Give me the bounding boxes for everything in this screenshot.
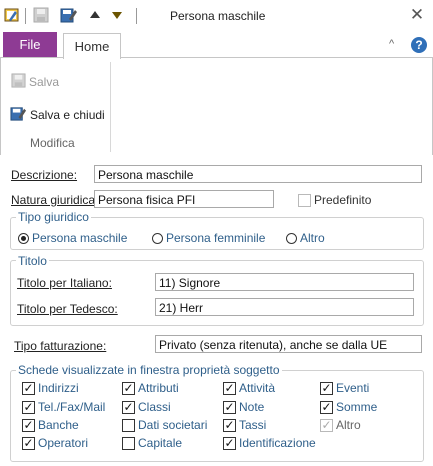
- close-icon[interactable]: ✕: [408, 6, 426, 24]
- checkbox-box: ✓: [122, 399, 135, 414]
- checkbox-label: Eventi: [336, 381, 370, 395]
- titolo-italiano-input[interactable]: 11) Signore: [155, 273, 414, 291]
- predefinito-label: Predefinito: [314, 193, 372, 207]
- save-button-label: Salva: [29, 75, 60, 89]
- titolo-tedesco-input[interactable]: 21) Herr: [155, 298, 414, 316]
- checkbox-label: Operatori: [38, 436, 89, 450]
- scheda-checkbox-indirizzi[interactable]: ✓ Indirizzi: [22, 381, 79, 395]
- scheda-checkbox-attributi[interactable]: ✓ Attributi: [122, 381, 179, 395]
- checkbox-box: ✓: [223, 417, 236, 432]
- scheda-checkbox-attivit[interactable]: ✓ Attività: [223, 381, 275, 395]
- title-bar: Persona maschile ✕: [0, 0, 433, 32]
- window-title: Persona maschile: [170, 9, 266, 23]
- checkbox-box: ✓: [223, 399, 236, 414]
- checkbox-box: [122, 418, 135, 432]
- checkbox-box: ✓: [22, 435, 35, 450]
- save-button[interactable]: Salva: [11, 73, 59, 91]
- radio-label: Persona maschile: [32, 231, 128, 245]
- toolbar-separator: [25, 8, 26, 24]
- checkbox-box: ✓: [22, 399, 35, 414]
- titolo-group: [10, 260, 424, 326]
- checkbox-label: Tel./Fax/Mail: [38, 400, 106, 414]
- help-icon[interactable]: ?: [411, 37, 427, 53]
- move-up-icon[interactable]: [86, 6, 104, 24]
- radio-persona-femminile[interactable]: Persona femminile: [152, 231, 265, 245]
- scheda-checkbox-classi[interactable]: ✓ Classi: [122, 400, 171, 414]
- checkbox-label: Identificazione: [239, 436, 316, 450]
- checkbox-label: Classi: [138, 400, 171, 414]
- fatturazione-label: Tipo fatturazione:: [14, 339, 107, 353]
- radio-label: Altro: [300, 231, 325, 245]
- predefinito-box: [298, 193, 311, 207]
- scheda-checkbox-identificazione[interactable]: ✓ Identificazione: [223, 436, 316, 450]
- scheda-checkbox-capitale[interactable]: Capitale: [122, 436, 182, 450]
- checkbox-box: ✓: [122, 380, 135, 395]
- titolo-title: Titolo: [16, 254, 49, 268]
- natura-label: Natura giuridica:: [11, 193, 99, 207]
- scheda-checkbox-tel-fax-mail[interactable]: ✓ Tel./Fax/Mail: [22, 400, 105, 414]
- save-close-icon[interactable]: [60, 6, 78, 24]
- checkbox-label: Attività: [239, 381, 276, 395]
- descrizione-input[interactable]: Persona maschile: [94, 165, 422, 183]
- save-close-label: Salva e chiudi: [30, 108, 105, 122]
- save-close-icon: [10, 105, 27, 125]
- ribbon-group-label: Modifica: [30, 136, 75, 150]
- checkbox-label: Banche: [38, 418, 79, 432]
- tab-home[interactable]: Home: [63, 33, 121, 59]
- checkbox-label: Dati societari: [138, 418, 208, 432]
- schede-title: Schede visualizzate in finestra propriet…: [16, 363, 282, 377]
- scheda-checkbox-eventi[interactable]: ✓ Eventi: [320, 381, 369, 395]
- move-down-icon[interactable]: [108, 6, 126, 24]
- radio-dot: [18, 232, 29, 244]
- checkbox-box: ✓: [320, 417, 333, 432]
- toolbar-separator: [136, 8, 137, 24]
- radio-dot: [152, 232, 163, 244]
- titolo-tedesco-label: Titolo per Tedesco:: [17, 302, 118, 316]
- checkbox-label: Tassi: [239, 418, 267, 432]
- checkbox-label: Capitale: [138, 436, 183, 450]
- radio-label: Persona femminile: [166, 231, 266, 245]
- tipo-giuridico-title: Tipo giuridico: [16, 210, 91, 224]
- scheda-checkbox-note[interactable]: ✓ Note: [223, 400, 264, 414]
- scheda-checkbox-altro[interactable]: ✓ Altro: [320, 418, 361, 432]
- scheda-checkbox-banche[interactable]: ✓ Banche: [22, 418, 79, 432]
- checkbox-label: Somme: [336, 400, 378, 414]
- checkbox-box: ✓: [223, 380, 236, 395]
- checkbox-box: ✓: [22, 417, 35, 432]
- tab-file[interactable]: File: [3, 32, 57, 57]
- checkbox-label: Note: [239, 400, 265, 414]
- scheda-checkbox-dati-societari[interactable]: Dati societari: [122, 418, 207, 432]
- checkbox-box: ✓: [320, 399, 333, 414]
- predefinito-checkbox[interactable]: Predefinito: [298, 193, 371, 207]
- save-icon: [11, 73, 26, 91]
- save-disabled-icon[interactable]: [32, 6, 50, 24]
- checkbox-box: ✓: [320, 380, 333, 395]
- collapse-ribbon-icon[interactable]: ^: [389, 38, 394, 50]
- checkbox-box: ✓: [22, 380, 35, 395]
- radio-altro[interactable]: Altro: [286, 231, 325, 245]
- checkbox-box: ✓: [223, 435, 236, 450]
- radio-persona-maschile[interactable]: Persona maschile: [18, 231, 127, 245]
- checkbox-box: [122, 436, 135, 450]
- natura-input[interactable]: Persona fisica PFI: [94, 190, 274, 208]
- save-close-button[interactable]: Salva e chiudi: [10, 105, 105, 125]
- titolo-italiano-label: Titolo per Italiano:: [17, 276, 112, 290]
- descrizione-label: Descrizione:: [11, 168, 78, 182]
- radio-dot: [286, 232, 297, 244]
- checkbox-label: Altro: [336, 418, 361, 432]
- fatturazione-input[interactable]: Privato (senza ritenuta), anche se dalla…: [155, 335, 422, 353]
- checkbox-label: Attributi: [138, 381, 179, 395]
- scheda-checkbox-operatori[interactable]: ✓ Operatori: [22, 436, 88, 450]
- app-book-icon[interactable]: [3, 6, 21, 24]
- checkbox-label: Indirizzi: [38, 381, 79, 395]
- scheda-checkbox-somme[interactable]: ✓ Somme: [320, 400, 377, 414]
- scheda-checkbox-tassi[interactable]: ✓ Tassi: [223, 418, 266, 432]
